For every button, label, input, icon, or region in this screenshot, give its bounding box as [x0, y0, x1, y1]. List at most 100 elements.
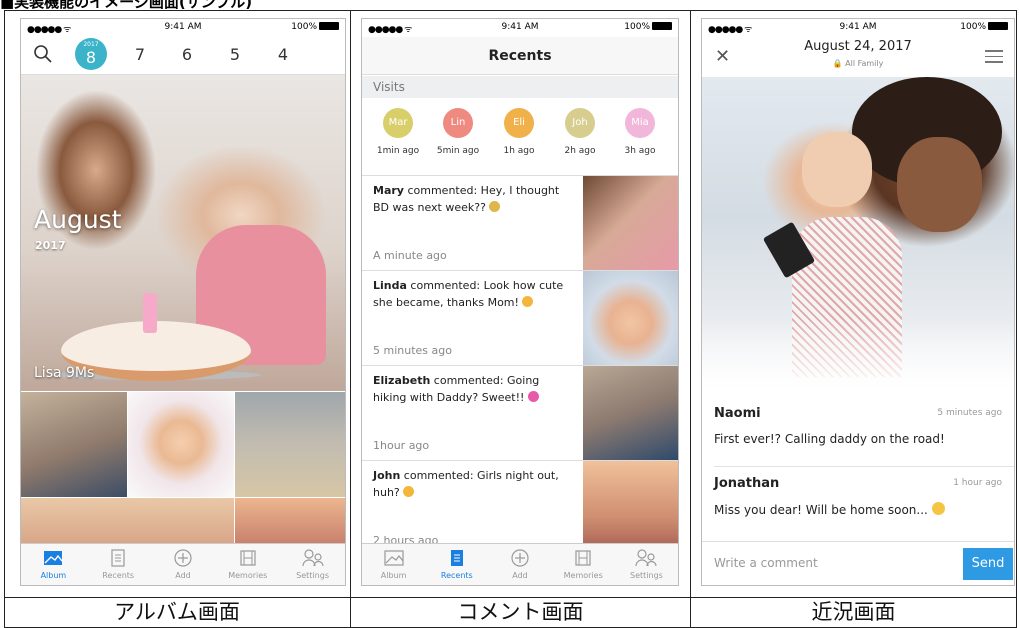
- comment-author[interactable]: Naomi: [714, 406, 761, 421]
- photo-thumbnail[interactable]: [128, 392, 234, 497]
- comment-text: Mary commented: Hey, I thought BD was ne…: [373, 184, 560, 214]
- battery-indicator: 100%: [624, 22, 672, 32]
- visit-time: 2h ago: [564, 146, 596, 156]
- avatar: Joh: [565, 108, 595, 138]
- post-audience: 🔒 All Family: [832, 59, 884, 68]
- month-8-button[interactable]: 2017 8: [75, 38, 107, 70]
- tab-memories[interactable]: Memories: [552, 544, 615, 585]
- comment-item[interactable]: Linda commented: Look how cute she becam…: [362, 271, 678, 366]
- hero-candle: [143, 293, 157, 333]
- comment-time: 5 minutes ago: [937, 408, 1002, 418]
- comment-item[interactable]: Elizabeth commented: Going hiking with D…: [362, 366, 678, 461]
- comment-text: Linda commented: Look how cute she becam…: [373, 279, 564, 309]
- page-title: Recents: [362, 37, 678, 75]
- photo-baby: [802, 132, 872, 207]
- post-date: August 24, 2017: [804, 39, 912, 54]
- comment-photo[interactable]: [583, 366, 678, 460]
- tab-settings[interactable]: Settings: [280, 544, 345, 585]
- people-icon: [280, 548, 345, 568]
- document-icon: [86, 548, 151, 568]
- battery-indicator: 100%: [960, 22, 1008, 32]
- comment-author[interactable]: Jonathan: [714, 476, 779, 491]
- tab-add[interactable]: Add: [151, 544, 216, 585]
- party-emoji-icon: [489, 201, 501, 212]
- send-button[interactable]: Send: [963, 548, 1013, 580]
- battery-icon: [319, 22, 339, 30]
- grid-line-left: [4, 10, 5, 628]
- film-icon: [215, 548, 280, 568]
- photo-thumbnail[interactable]: [235, 392, 345, 497]
- visitor-lin[interactable]: Lin 5min ago: [433, 108, 483, 156]
- wink-emoji-icon: [522, 296, 534, 307]
- avatar: Mar: [383, 108, 413, 138]
- photo-thumbnail[interactable]: [21, 498, 234, 546]
- caption-feed: 近況画面: [811, 600, 896, 624]
- photo-thumbnail[interactable]: [21, 392, 127, 497]
- grid-line-right: [1016, 10, 1017, 628]
- hero-year: 2017: [35, 239, 66, 252]
- photo-fade: [702, 319, 1014, 389]
- visit-time: 5min ago: [436, 146, 480, 156]
- tab-album[interactable]: Album: [362, 544, 425, 585]
- image-icon: [362, 548, 425, 568]
- post-header: ✕ August 24, 2017 🔒 All Family: [702, 37, 1014, 77]
- photo-thumbnail[interactable]: [235, 498, 345, 546]
- search-icon[interactable]: [33, 44, 53, 68]
- tab-album[interactable]: Album: [21, 544, 86, 585]
- post-photo[interactable]: [702, 77, 1014, 389]
- comment-photo[interactable]: [583, 176, 678, 270]
- image-icon: [21, 548, 86, 568]
- battery-icon: [988, 22, 1008, 30]
- comment-photo[interactable]: [583, 461, 678, 555]
- caption-recents: コメント画面: [457, 600, 584, 624]
- film-icon: [552, 548, 615, 568]
- grid-line-top: [4, 10, 1016, 11]
- status-bar: ●●●●● ᯤ 9:41 AM 100%: [362, 19, 678, 37]
- visitor-joh[interactable]: Joh 2h ago: [555, 108, 605, 156]
- visitor-eli[interactable]: Eli 1h ago: [494, 108, 544, 156]
- visitor-mia[interactable]: Mia 3h ago: [615, 108, 665, 156]
- hero-photo[interactable]: August 2017 Lisa 9Ms: [21, 75, 345, 391]
- divider: [714, 466, 1014, 467]
- tab-add[interactable]: Add: [488, 544, 551, 585]
- recents-screen: ●●●●● ᯤ 9:41 AM 100% Recents Visits Mar …: [361, 18, 679, 586]
- album-screen: ●●●●● ᯤ 9:41 AM 100% 2017 8 7 6 5 4 Augu…: [20, 18, 346, 586]
- visits-section-header: Visits: [362, 76, 678, 98]
- month-4-button[interactable]: 4: [272, 45, 294, 64]
- month-selector: 2017 8 7 6 5 4: [21, 37, 345, 75]
- visit-time: 3h ago: [624, 146, 656, 156]
- crying-emoji-icon: [931, 502, 945, 515]
- status-bar: ●●●●● ᯤ 9:41 AM 100%: [702, 19, 1014, 37]
- post-comment: Jonathan 1 hour ago Miss you dear! Will …: [702, 476, 1014, 526]
- sunglasses-emoji-icon: [403, 486, 415, 497]
- visitor-mar[interactable]: Mar 1min ago: [373, 108, 423, 156]
- comment-item[interactable]: John commented: Girls night out, huh? 2 …: [362, 461, 678, 556]
- plus-circle-icon: [488, 548, 551, 568]
- comment-item[interactable]: Mary commented: Hey, I thought BD was ne…: [362, 176, 678, 271]
- battery-indicator: 100%: [291, 22, 339, 32]
- post-comment: Naomi 5 minutes ago First ever!? Calling…: [702, 406, 1014, 456]
- tab-bar: Album Recents Add Memories Settings: [21, 543, 345, 585]
- avatar: Lin: [443, 108, 473, 138]
- tab-memories[interactable]: Memories: [215, 544, 280, 585]
- menu-icon[interactable]: [985, 50, 1003, 67]
- comment-photo[interactable]: [583, 271, 678, 365]
- caption-album: アルバム画面: [114, 600, 240, 624]
- month-6-button[interactable]: 6: [176, 45, 198, 64]
- grid-line-2: [690, 10, 691, 628]
- month-7-button[interactable]: 7: [129, 45, 151, 64]
- heart-emoji-icon: [527, 391, 539, 402]
- tab-settings[interactable]: Settings: [615, 544, 678, 585]
- comment-time: A minute ago: [373, 249, 447, 262]
- comment-text: Elizabeth commented: Going hiking with D…: [373, 374, 540, 404]
- status-bar: ●●●●● ᯤ 9:41 AM 100%: [21, 19, 345, 37]
- tab-recents[interactable]: Recents: [425, 544, 488, 585]
- month-5-button[interactable]: 5: [224, 45, 246, 64]
- visit-time: 1h ago: [503, 146, 535, 156]
- tab-recents[interactable]: Recents: [86, 544, 151, 585]
- comment-input[interactable]: Write a comment: [714, 556, 818, 570]
- photo-face: [897, 137, 982, 232]
- visit-time: 1min ago: [376, 146, 420, 156]
- comment-time: 1hour ago: [373, 439, 430, 452]
- comment-time: 5 minutes ago: [373, 344, 452, 357]
